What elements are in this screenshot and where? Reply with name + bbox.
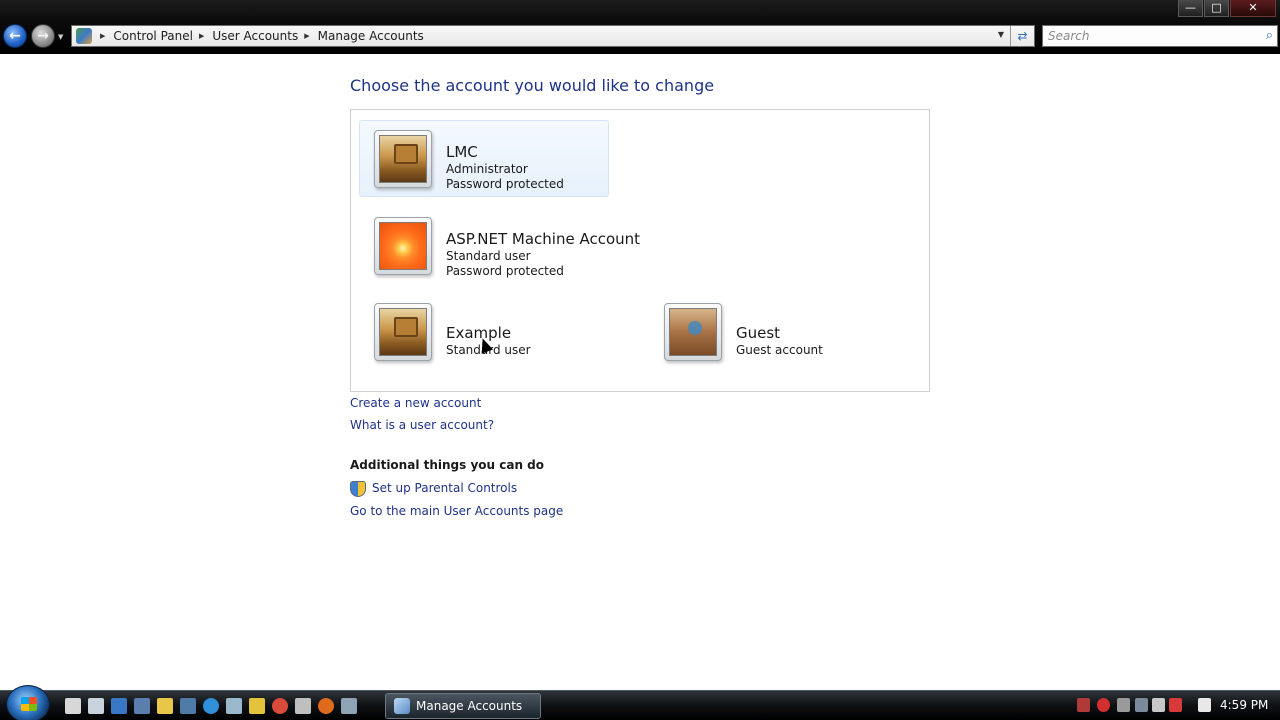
- quicklaunch-icon[interactable]: [111, 698, 127, 714]
- account-role: Standard user: [446, 249, 531, 263]
- account-picture: [374, 130, 432, 188]
- robot-icon: [379, 308, 427, 356]
- address-dropdown-icon[interactable]: ▼: [998, 30, 1004, 39]
- account-info: Guest Guest account: [736, 303, 823, 358]
- taskbar-window-manage-accounts[interactable]: Manage Accounts: [385, 693, 541, 719]
- quicklaunch-icon[interactable]: [295, 698, 311, 714]
- recent-pages-dropdown[interactable]: ▼: [58, 33, 63, 41]
- account-status: Password protected: [446, 177, 564, 191]
- account-name: Guest: [736, 324, 781, 342]
- taskbar-window-label: Manage Accounts: [416, 699, 523, 713]
- account-info: LMC Administrator Password protected: [446, 130, 564, 192]
- user-accounts-icon: [394, 698, 410, 714]
- briefcase-icon: [669, 308, 717, 356]
- breadcrumb-manage-accounts[interactable]: Manage Accounts: [318, 29, 424, 43]
- breadcrumb-separator[interactable]: ▶: [199, 32, 204, 40]
- search-icon[interactable]: ⌕: [1266, 28, 1273, 43]
- account-name: LMC: [446, 143, 478, 161]
- back-button[interactable]: ←: [3, 24, 27, 48]
- tray-icon[interactable]: [1117, 698, 1130, 712]
- account-tile-aspnet[interactable]: ASP.NET Machine Account Standard user Pa…: [374, 217, 640, 279]
- quicklaunch-icon[interactable]: [341, 698, 357, 714]
- tray-icon[interactable]: [1097, 698, 1110, 712]
- accounts-panel: LMC Administrator Password protected ASP…: [350, 109, 930, 392]
- network-icon[interactable]: [1198, 698, 1211, 712]
- account-picture: [374, 303, 432, 361]
- account-tile-guest[interactable]: Guest Guest account: [664, 303, 823, 361]
- account-status: Password protected: [446, 264, 564, 278]
- control-panel-icon: [76, 28, 92, 44]
- quicklaunch-icon[interactable]: [226, 698, 242, 714]
- breadcrumb-separator[interactable]: ▶: [100, 32, 105, 40]
- what-is-account-link[interactable]: What is a user account?: [350, 418, 494, 432]
- account-name: ASP.NET Machine Account: [446, 230, 641, 248]
- quicklaunch-icon[interactable]: [134, 698, 150, 714]
- chrome-icon[interactable]: [272, 698, 288, 714]
- breadcrumb-user-accounts[interactable]: User Accounts: [212, 29, 298, 43]
- maximize-button[interactable]: □: [1204, 0, 1229, 17]
- account-tile-lmc[interactable]: LMC Administrator Password protected: [359, 120, 609, 197]
- page-title: Choose the account you would like to cha…: [350, 76, 715, 95]
- content-area: Choose the account you would like to cha…: [0, 54, 1280, 690]
- quicklaunch-icon[interactable]: [180, 698, 196, 714]
- taskbar-clock[interactable]: 4:59 PM: [1220, 698, 1268, 712]
- start-button[interactable]: [6, 685, 50, 720]
- parental-controls-link[interactable]: Set up Parental Controls: [372, 481, 517, 495]
- account-role: Administrator: [446, 162, 528, 176]
- internet-explorer-icon[interactable]: [203, 698, 219, 714]
- tray-icon[interactable]: [1169, 698, 1182, 712]
- windows-logo-icon: [21, 697, 37, 711]
- flower-icon: [379, 222, 427, 270]
- additional-heading: Additional things you can do: [350, 458, 545, 472]
- account-tile-example[interactable]: Example Standard user: [374, 303, 531, 361]
- window-controls: — □ ✕: [1178, 0, 1276, 17]
- robot-icon: [379, 135, 427, 183]
- account-role: Guest account: [736, 343, 823, 357]
- window-chrome: — □ ✕ ← → ▼ ▶ Control Panel ▶ User Accou…: [0, 0, 1280, 54]
- account-info: ASP.NET Machine Account Standard user Pa…: [446, 217, 640, 279]
- tray-icon[interactable]: [1077, 698, 1090, 712]
- close-button[interactable]: ✕: [1230, 0, 1276, 17]
- breadcrumb-separator[interactable]: ▶: [304, 32, 309, 40]
- account-picture: [374, 217, 432, 275]
- breadcrumb-control-panel[interactable]: Control Panel: [113, 29, 193, 43]
- search-input[interactable]: Search ⌕: [1042, 25, 1278, 47]
- account-picture: [664, 303, 722, 361]
- tray-icon[interactable]: [1135, 698, 1148, 712]
- quicklaunch-icon[interactable]: [249, 698, 265, 714]
- forward-button[interactable]: →: [31, 24, 55, 48]
- shield-icon: [350, 481, 366, 497]
- tray-icon[interactable]: [1152, 698, 1165, 712]
- firefox-icon[interactable]: [318, 698, 334, 714]
- search-placeholder: Search: [1048, 29, 1090, 43]
- quicklaunch-icon[interactable]: [88, 698, 104, 714]
- quicklaunch-icon[interactable]: [157, 698, 173, 714]
- create-account-link[interactable]: Create a new account: [350, 396, 481, 410]
- address-bar[interactable]: ▶ Control Panel ▶ User Accounts ▶ Manage…: [71, 25, 1035, 47]
- refresh-icon[interactable]: ⇄: [1010, 26, 1034, 46]
- taskbar: Manage Accounts 4:59 PM: [0, 685, 1280, 720]
- minimize-button[interactable]: —: [1178, 0, 1203, 17]
- quicklaunch-icon[interactable]: [65, 698, 81, 714]
- main-user-accounts-link[interactable]: Go to the main User Accounts page: [350, 504, 563, 518]
